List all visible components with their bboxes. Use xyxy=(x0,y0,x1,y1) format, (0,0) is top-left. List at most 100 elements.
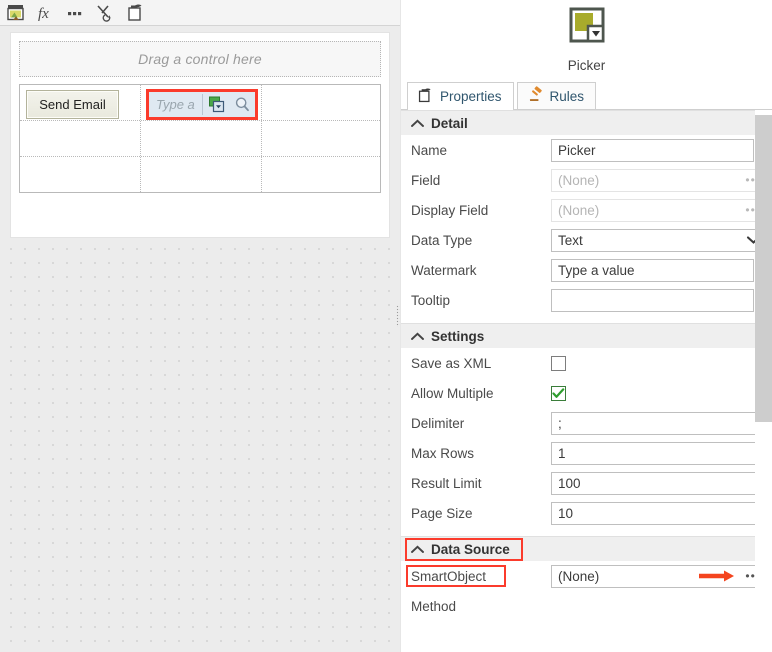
picker-placeholder-text: Type a xyxy=(156,97,195,112)
watermark-input[interactable]: Type a value xyxy=(551,258,754,282)
property-label-field: Field xyxy=(411,172,441,188)
property-row-page-size: Page Size 10 xyxy=(401,498,772,528)
max-rows-input-value: 1 xyxy=(558,445,566,461)
property-row-name: Name Picker xyxy=(401,135,772,165)
property-row-result-limit: Result Limit 100 xyxy=(401,468,772,498)
k2-form-designer-window: fx Drag a control here Send Email Type a… xyxy=(0,0,772,652)
section-header-settings[interactable]: Settings xyxy=(401,323,772,348)
save-as-xml-checkbox[interactable] xyxy=(551,355,566,371)
drop-target-label: Drag a control here xyxy=(138,51,262,67)
property-label-watermark: Watermark xyxy=(411,262,477,278)
table-cell-picker[interactable]: Type a xyxy=(140,85,261,120)
table-cell-empty[interactable] xyxy=(140,121,261,156)
property-label-name: Name xyxy=(411,142,448,158)
name-input[interactable]: Picker xyxy=(551,138,754,162)
table-row: Send Email Type a xyxy=(20,85,380,120)
delimiter-input-value: ; xyxy=(558,415,562,431)
tab-rules[interactable]: Rules xyxy=(516,82,597,109)
property-label-result-limit: Result Limit xyxy=(411,475,482,491)
table-cell-empty[interactable] xyxy=(20,121,140,156)
table-cell-empty[interactable] xyxy=(261,157,380,192)
check-icon xyxy=(552,387,565,398)
property-row-data-type: Data Type Text xyxy=(401,225,772,255)
cut-refresh-icon[interactable] xyxy=(90,1,120,25)
svg-text:fx: fx xyxy=(38,6,49,22)
section-title-data-source: Data Source xyxy=(431,541,510,557)
table-cell-send-email[interactable]: Send Email xyxy=(20,85,140,120)
table-cell-empty[interactable] xyxy=(261,121,380,156)
paste-icon[interactable] xyxy=(120,1,150,25)
chevron-up-icon xyxy=(411,118,424,128)
property-row-delimiter: Delimiter ; xyxy=(401,408,772,438)
field-picker-input[interactable]: (None) ••• xyxy=(551,168,768,192)
max-rows-input[interactable]: 1 xyxy=(551,441,768,465)
section-title-settings: Settings xyxy=(431,328,485,344)
scrollbar-thumb[interactable] xyxy=(755,115,772,422)
ellipsis-icon[interactable] xyxy=(60,1,90,25)
function-icon[interactable]: fx xyxy=(30,1,60,25)
property-label-delimiter: Delimiter xyxy=(411,415,465,431)
display-field-picker-input[interactable]: (None) ••• xyxy=(551,198,768,222)
smartobject-value: (None) xyxy=(558,568,600,584)
panel-header-title: Picker xyxy=(567,58,606,73)
panel-tabs: Properties Rules xyxy=(401,82,772,110)
section-header-detail[interactable]: Detail xyxy=(401,110,772,135)
table-cell-empty[interactable] xyxy=(261,85,380,120)
drop-target-zone[interactable]: Drag a control here xyxy=(19,41,381,77)
property-row-save-as-xml: Save as XML xyxy=(401,348,772,378)
property-row-watermark: Watermark Type a value xyxy=(401,255,772,285)
property-label-data-type: Data Type xyxy=(411,232,473,248)
tab-properties[interactable]: Properties xyxy=(407,82,514,110)
property-row-allow-multiple: Allow Multiple xyxy=(401,378,772,408)
tab-rules-label: Rules xyxy=(549,88,585,104)
property-label-display-field: Display Field xyxy=(411,202,489,218)
properties-scrollbar[interactable] xyxy=(755,110,772,652)
picker-search-icon[interactable] xyxy=(229,96,255,113)
field-picker-value: (None) xyxy=(558,172,600,188)
delimiter-input[interactable]: ; xyxy=(551,411,768,435)
table-row xyxy=(20,120,380,156)
smartobject-browse-annotation: ••• xyxy=(698,569,761,583)
property-row-smartobject: SmartObject (None) ••• xyxy=(401,561,772,591)
chevron-up-icon xyxy=(411,544,424,554)
gavel-icon xyxy=(527,86,544,106)
property-row-field: Field (None) ••• xyxy=(401,165,772,195)
property-label-max-rows: Max Rows xyxy=(411,445,475,461)
send-email-button-label: Send Email xyxy=(39,97,106,112)
table-cell-empty[interactable] xyxy=(20,157,140,192)
save-image-icon[interactable] xyxy=(0,1,30,25)
property-row-display-field: Display Field (None) ••• xyxy=(401,195,772,225)
tab-properties-label: Properties xyxy=(440,89,502,104)
picker-control-icon xyxy=(564,5,610,56)
property-label-method: Method xyxy=(411,598,457,614)
designer-canvas-area: fx Drag a control here Send Email Type a xyxy=(0,0,401,652)
page-size-input[interactable]: 10 xyxy=(551,501,768,525)
table-row xyxy=(20,156,380,192)
send-email-button[interactable]: Send Email xyxy=(26,90,119,119)
form-canvas[interactable]: Drag a control here Send Email Type a xyxy=(10,32,390,238)
result-limit-input[interactable]: 100 xyxy=(551,471,768,495)
property-label-save-as-xml: Save as XML xyxy=(411,355,492,371)
layout-table: Send Email Type a xyxy=(19,84,381,193)
smartobject-picker-input[interactable]: (None) ••• xyxy=(551,564,768,588)
picker-dropdown-icon[interactable] xyxy=(203,96,229,113)
panel-resize-grip[interactable] xyxy=(396,305,400,327)
picker-control-selected[interactable]: Type a xyxy=(146,89,258,120)
table-cell-empty[interactable] xyxy=(140,157,261,192)
designer-toolbar: fx xyxy=(0,0,401,26)
data-type-dropdown[interactable]: Text xyxy=(551,228,768,252)
tooltip-input[interactable] xyxy=(551,288,754,312)
property-row-method: Method xyxy=(401,591,772,621)
property-label-allow-multiple: Allow Multiple xyxy=(411,385,494,401)
allow-multiple-checkbox[interactable] xyxy=(551,385,566,401)
property-row-tooltip: Tooltip xyxy=(401,285,772,315)
result-limit-input-value: 100 xyxy=(558,475,581,491)
property-label-page-size: Page Size xyxy=(411,505,473,521)
red-arrow-icon xyxy=(699,570,735,582)
display-field-picker-value: (None) xyxy=(558,202,600,218)
property-label-smartobject: SmartObject xyxy=(406,564,551,587)
section-header-data-source[interactable]: Data Source xyxy=(401,536,772,561)
panel-header: Picker xyxy=(401,0,772,80)
